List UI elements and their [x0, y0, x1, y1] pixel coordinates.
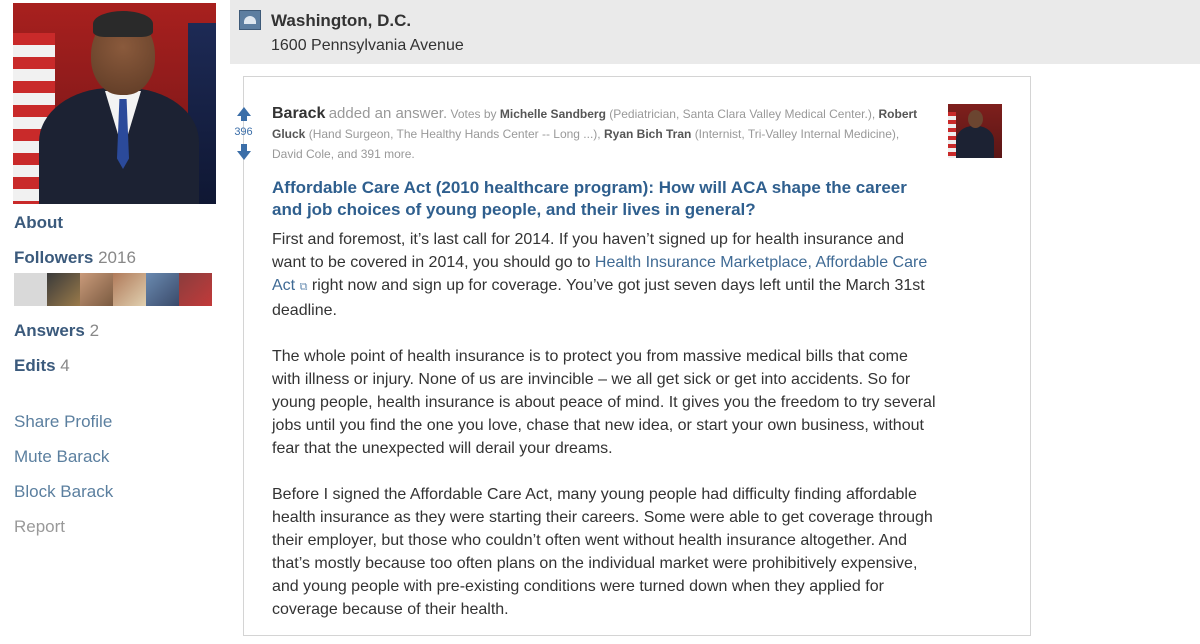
nav-followers[interactable]: Followers 2016	[14, 248, 136, 268]
vote-control: 396	[231, 107, 256, 160]
followers-thumbnails	[14, 273, 212, 306]
paragraph-text: right now and sign up for coverage. You’…	[272, 277, 925, 319]
answer-meta: Barack added an answer. Votes by Michell…	[272, 104, 932, 164]
question-title-link[interactable]: Affordable Care Act (2010 healthcare pro…	[272, 177, 922, 221]
answers-label: Answers	[14, 321, 85, 340]
voter-description: (Pediatrician, Santa Clara Valley Medica…	[609, 107, 876, 121]
voter-name[interactable]: Ryan Bich Tran	[604, 127, 691, 141]
follower-avatar[interactable]	[179, 273, 212, 306]
answer-paragraph: First and foremost, it’s last call for 2…	[272, 228, 937, 322]
follower-avatar[interactable]	[47, 273, 80, 306]
downvote-arrow-icon[interactable]	[236, 144, 251, 160]
nav-edits[interactable]: Edits 4	[14, 356, 70, 376]
answers-count: 2	[89, 321, 100, 340]
block-user-link[interactable]: Block Barack	[14, 482, 113, 502]
author-avatar[interactable]	[948, 104, 1002, 158]
upvote-arrow-icon[interactable]	[236, 107, 251, 121]
edits-label: Edits	[14, 356, 56, 375]
avatar-head	[968, 110, 983, 128]
voter-description: (Hand Surgeon, The Healthy Hands Center …	[308, 127, 601, 141]
edits-count: 4	[60, 356, 70, 375]
portrait-hair	[93, 11, 153, 37]
location-city[interactable]: Washington, D.C.	[271, 11, 411, 31]
votes-by-label: Votes by	[450, 107, 497, 121]
report-link[interactable]: Report	[14, 517, 65, 537]
answer-paragraph: Before I signed the Affordable Care Act,…	[272, 486, 933, 618]
followers-count: 2016	[98, 248, 136, 267]
vote-count: 396	[234, 126, 253, 138]
followers-label: Followers	[14, 248, 94, 267]
follower-avatar[interactable]	[113, 273, 146, 306]
follower-avatar[interactable]	[14, 273, 47, 306]
added-answer-text: added an answer.	[328, 105, 448, 122]
answer-body: First and foremost, it’s last call for 2…	[272, 228, 937, 644]
nav-answers[interactable]: Answers 2	[14, 321, 99, 341]
follower-avatar[interactable]	[146, 273, 179, 306]
profile-sidebar: About Followers 2016 Answers 2 Edits 4 S…	[0, 0, 230, 630]
capitol-icon	[239, 10, 261, 30]
mute-user-link[interactable]: Mute Barack	[14, 447, 109, 467]
follower-avatar[interactable]	[80, 273, 113, 306]
share-profile-link[interactable]: Share Profile	[14, 412, 112, 432]
location-address: 1600 Pennsylvania Avenue	[271, 37, 464, 54]
location-header: Washington, D.C. 1600 Pennsylvania Avenu…	[230, 0, 1200, 64]
votes-tail[interactable]: David Cole, and 391 more.	[272, 147, 415, 161]
answer-author[interactable]: Barack	[272, 105, 325, 122]
avatar-flag	[948, 112, 956, 158]
answer-paragraph: The whole point of health insurance is t…	[272, 348, 936, 457]
voter-name[interactable]: Michelle Sandberg	[500, 107, 606, 121]
voter-description: (Internist, Tri-Valley Internal Medicine…	[694, 127, 900, 141]
profile-photo[interactable]	[13, 3, 216, 204]
nav-about[interactable]: About	[14, 213, 63, 233]
avatar-body	[956, 126, 994, 158]
